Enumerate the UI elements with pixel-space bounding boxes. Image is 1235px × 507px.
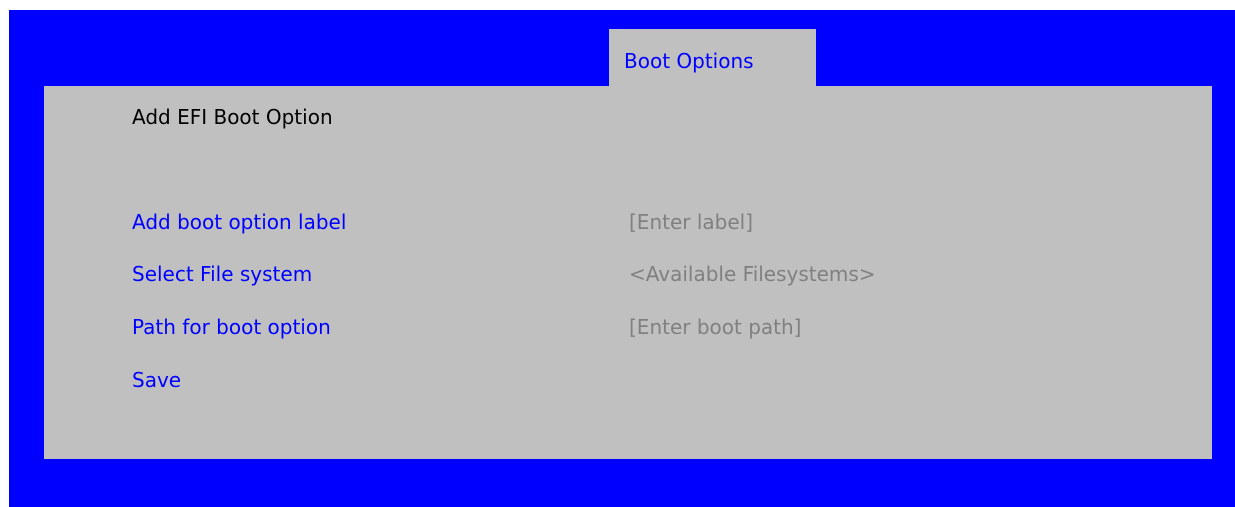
content-panel: Add EFI Boot Option Add boot option labe… <box>44 86 1212 459</box>
bios-screen: Boot Options Add EFI Boot Option Add boo… <box>9 10 1235 507</box>
tab-label: Boot Options <box>624 49 754 73</box>
add-boot-option-label-item[interactable]: Add boot option label <box>132 210 346 234</box>
file-system-select[interactable]: <Available Filesystems> <box>629 262 876 286</box>
boot-path-item[interactable]: Path for boot option <box>132 315 331 339</box>
boot-path-field[interactable]: [Enter boot path] <box>629 315 801 339</box>
page-title: Add EFI Boot Option <box>132 105 333 129</box>
save-button[interactable]: Save <box>132 368 181 392</box>
boot-option-label-field[interactable]: [Enter label] <box>629 210 753 234</box>
tab-boot-options[interactable]: Boot Options <box>609 29 816 86</box>
select-file-system-item[interactable]: Select File system <box>132 262 312 286</box>
